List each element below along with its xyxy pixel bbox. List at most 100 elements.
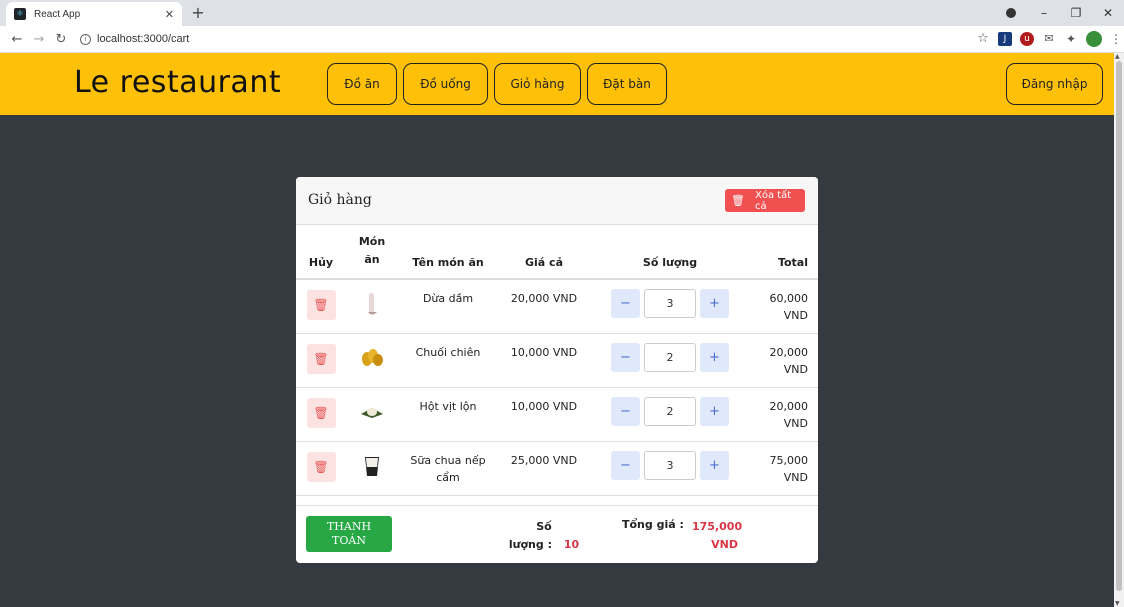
- quantity-input[interactable]: 2: [644, 342, 696, 372]
- checkout-button[interactable]: THANH TOÁN: [306, 516, 392, 552]
- url-text: localhost:3000/cart: [97, 33, 190, 45]
- checkout-label-line1: THANH: [326, 520, 372, 533]
- nav-cart-button[interactable]: Giỏ hàng: [494, 63, 581, 105]
- item-price: 25,000 VND: [498, 441, 590, 496]
- clear-all-button[interactable]: 🗑 Xóa tất cả: [725, 189, 805, 212]
- fried-banana-icon: [362, 348, 383, 366]
- col-header-dish: Món ăn: [346, 225, 398, 280]
- quantity-input[interactable]: 3: [644, 289, 696, 318]
- table-row: 🗑 Sữa chua nếp cẩm 25,000 VND − 3 + 75,0…: [296, 441, 818, 496]
- item-total-unit: VND: [783, 470, 808, 484]
- checkout-label-line2: TOÁN: [332, 534, 366, 547]
- close-tab-icon[interactable]: ✕: [165, 8, 174, 21]
- react-favicon-icon: ⚛: [14, 8, 26, 20]
- clear-all-label: Xóa tất cả: [754, 189, 792, 212]
- item-price: 10,000 VND: [498, 333, 590, 388]
- item-price: 20,000 VND: [498, 279, 590, 334]
- cart-card: Giỏ hàng 🗑 Xóa tất cả Hủy Món ăn Tên món…: [296, 177, 818, 563]
- scroll-up-icon[interactable]: ▲: [1115, 53, 1120, 60]
- brand-logo[interactable]: Le restaurant: [74, 65, 281, 100]
- cart-footer: THANH TOÁN Số lượng : 10 Tổng giá : 175,…: [296, 505, 818, 563]
- balut-egg-icon: [361, 407, 383, 418]
- decrease-qty-button[interactable]: −: [611, 342, 640, 372]
- browser-menu-icon[interactable]: ⋮: [1110, 32, 1122, 46]
- increase-qty-button[interactable]: +: [700, 289, 729, 318]
- coconut-drink-icon: [368, 293, 377, 315]
- delete-item-button[interactable]: 🗑: [306, 290, 336, 320]
- item-total-unit: VND: [783, 416, 808, 430]
- browser-tab[interactable]: ⚛ React App ✕: [6, 2, 182, 26]
- page-scrollbar[interactable]: ▲ ▼: [1114, 53, 1124, 607]
- cart-title: Giỏ hàng: [308, 192, 372, 208]
- delete-item-button[interactable]: 🗑: [306, 397, 336, 428]
- quantity-input[interactable]: 3: [644, 450, 696, 480]
- decrease-qty-button[interactable]: −: [611, 289, 640, 318]
- browser-tabbar: ⚛ React App ✕ + – ❐ ✕: [0, 0, 1124, 26]
- col-header-cancel: Hủy: [296, 225, 346, 280]
- ublock-icon[interactable]: u: [1020, 32, 1034, 46]
- scroll-down-icon[interactable]: ▼: [1115, 600, 1120, 607]
- item-total-unit: VND: [783, 362, 808, 376]
- quantity-label-line1: Số: [536, 520, 552, 533]
- total-price-number: 175,000: [692, 520, 743, 533]
- nav-reservation-button[interactable]: Đặt bàn: [587, 63, 667, 105]
- delete-item-button[interactable]: 🗑: [306, 343, 336, 374]
- quantity-input[interactable]: 2: [644, 396, 696, 426]
- back-icon[interactable]: ←: [6, 32, 28, 47]
- total-price-value: 175,000 VND: [692, 518, 742, 554]
- extension-j-icon[interactable]: J: [998, 32, 1012, 46]
- nav-drinks-button[interactable]: Đồ uống: [403, 63, 488, 105]
- forward-icon[interactable]: →: [28, 32, 50, 47]
- increase-qty-button[interactable]: +: [700, 396, 729, 426]
- item-total-unit: VND: [783, 309, 808, 322]
- item-price: 10,000 VND: [498, 387, 590, 442]
- trash-icon: 🗑: [731, 194, 745, 207]
- scroll-thumb[interactable]: [1116, 61, 1122, 591]
- item-total: 20,000: [769, 399, 809, 413]
- col-header-dish-text: Món ăn: [358, 235, 386, 266]
- decrease-qty-button[interactable]: −: [611, 396, 640, 426]
- yogurt-icon: [365, 456, 379, 476]
- item-name: Hột vịt lộn: [398, 387, 498, 442]
- total-quantity: Số lượng : 10: [506, 518, 582, 554]
- table-row: 🗑 Hột vịt lộn 10,000 VND − 2 + 20,000 VN…: [296, 387, 818, 442]
- increase-qty-button[interactable]: +: [700, 450, 729, 480]
- restore-icon[interactable]: ❐: [1060, 6, 1092, 20]
- browser-addressbar: ← → ↻ i localhost:3000/cart ☆ J u ✉ ✦ ⋮: [0, 26, 1124, 53]
- new-tab-icon[interactable]: +: [190, 3, 206, 22]
- site-header: Le restaurant Đồ ăn Đồ uống Giỏ hàng Đặt…: [0, 53, 1124, 115]
- mail-icon[interactable]: ✉: [1042, 32, 1056, 46]
- table-row: 🗑 Chuối chiên 10,000 VND − 2 + 20,000 VN…: [296, 333, 818, 388]
- cart-header: Giỏ hàng 🗑 Xóa tất cả: [296, 177, 818, 225]
- item-name: Sữa chua nếp cẩm: [398, 441, 498, 496]
- increase-qty-button[interactable]: +: [700, 342, 729, 372]
- col-header-name: Tên món ăn: [398, 225, 498, 280]
- col-header-price: Giá cả: [498, 225, 590, 280]
- site-info-icon[interactable]: i: [80, 33, 91, 45]
- bookmark-star-icon[interactable]: ☆: [976, 32, 990, 46]
- url-field[interactable]: i localhost:3000/cart: [80, 33, 976, 45]
- minimize-icon[interactable]: –: [1028, 6, 1060, 20]
- tab-title: React App: [34, 8, 81, 20]
- extensions-puzzle-icon[interactable]: ✦: [1064, 32, 1078, 46]
- item-name: Dừa dầm: [398, 279, 498, 334]
- total-price-label: Tổng giá :: [622, 518, 684, 531]
- quantity-label-line2: lượng :: [508, 538, 552, 551]
- cart-table: Hủy Món ăn Tên món ăn Giá cả Số lượng To…: [296, 225, 818, 496]
- item-name: Chuối chiên: [398, 333, 498, 388]
- profile-avatar-icon[interactable]: [1086, 31, 1102, 47]
- total-price-unit: VND: [711, 538, 738, 551]
- item-total: 60,000: [769, 292, 809, 305]
- close-window-icon[interactable]: ✕: [1092, 6, 1124, 20]
- col-header-quantity: Số lượng: [590, 225, 750, 280]
- nav-food-button[interactable]: Đồ ăn: [327, 63, 397, 105]
- decrease-qty-button[interactable]: −: [611, 450, 640, 480]
- window-controls: – ❐ ✕: [1028, 0, 1124, 26]
- total-quantity-value: 10: [563, 538, 580, 551]
- login-button[interactable]: Đăng nhập: [1006, 63, 1103, 105]
- reload-icon[interactable]: ↻: [50, 32, 72, 47]
- delete-item-button[interactable]: 🗑: [306, 451, 336, 482]
- table-row: 🗑 Dừa dầm 20,000 VND − 3 + 60,000 VND: [296, 279, 818, 334]
- col-header-total: Total: [750, 225, 818, 280]
- profile-indicator-icon[interactable]: [1006, 8, 1016, 18]
